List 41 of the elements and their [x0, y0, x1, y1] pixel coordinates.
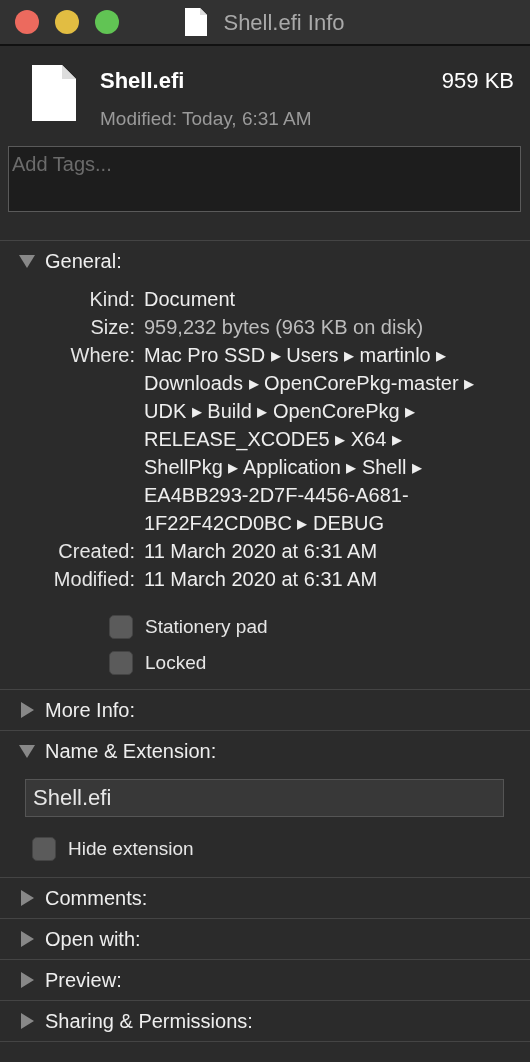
field-value: 11 March 2020 at 6:31 AM: [144, 567, 378, 592]
field-label: Created:: [57, 539, 135, 564]
modified-date: Modified: Today, 6:31 AM: [100, 107, 313, 131]
disclosure-triangle-icon[interactable]: [19, 931, 35, 947]
field-value: 11 March 2020 at 6:31 AM: [144, 539, 378, 564]
section-title: General:: [45, 249, 122, 274]
window-title: Shell.efi Info: [223, 8, 345, 37]
checkbox[interactable]: [109, 615, 133, 639]
field-label: Where:: [69, 343, 135, 368]
minimize-button[interactable]: [55, 10, 79, 34]
tags-field[interactable]: Add Tags...: [8, 146, 521, 212]
name-field[interactable]: Shell.efi: [25, 779, 504, 817]
disclosure-triangle-icon[interactable]: [19, 743, 35, 759]
section-title: Preview:: [45, 968, 122, 993]
checkbox[interactable]: [32, 837, 56, 861]
file-name: Shell.efi: [100, 67, 185, 95]
disclosure-triangle-icon[interactable]: [19, 702, 35, 718]
field-value: 959,232 bytes (963 KB on disk): [144, 315, 424, 340]
field-label: Kind:: [88, 287, 135, 312]
disclosure-triangle-icon[interactable]: [19, 972, 35, 988]
section-title: Sharing & Permissions:: [45, 1009, 253, 1034]
section-title: Name & Extension:: [45, 739, 217, 764]
field-label: Modified:: [52, 567, 135, 592]
disclosure-triangle-icon[interactable]: [19, 890, 35, 906]
document-icon: [185, 7, 208, 37]
section-title: Open with:: [45, 927, 141, 952]
disclosure-triangle-icon[interactable]: [19, 1013, 35, 1029]
disclosure-triangle-icon[interactable]: [19, 253, 35, 269]
file-size: 959 KB: [441, 67, 514, 95]
checkbox-label: Hide extension: [68, 836, 194, 861]
section-title: More Info:: [45, 698, 136, 723]
zoom-button[interactable]: [95, 10, 119, 34]
checkbox-label: Stationery pad: [145, 614, 268, 639]
document-icon: [32, 64, 76, 122]
field-value: Document: [144, 287, 236, 312]
checkbox-label: Locked: [145, 650, 207, 675]
checkbox[interactable]: [109, 651, 133, 675]
field-value: Mac Pro SSD ▸ Users ▸ martinlo ▸ Downloads ▸ OpenCorePkg-master ▸ UDK ▸ Build ▸ OpenCorePkg ▸ RELEASE_XCODE5 ▸ X64 ▸ ShellPkg ▸ Application ▸ Shell ▸ EA4BB293-2D7F-4456-A681-1F22F42CD0BC ▸ DEBUG: [144, 343, 476, 536]
field-label: Size:: [89, 315, 135, 340]
close-button[interactable]: [15, 10, 39, 34]
section-title: Comments:: [45, 886, 148, 911]
